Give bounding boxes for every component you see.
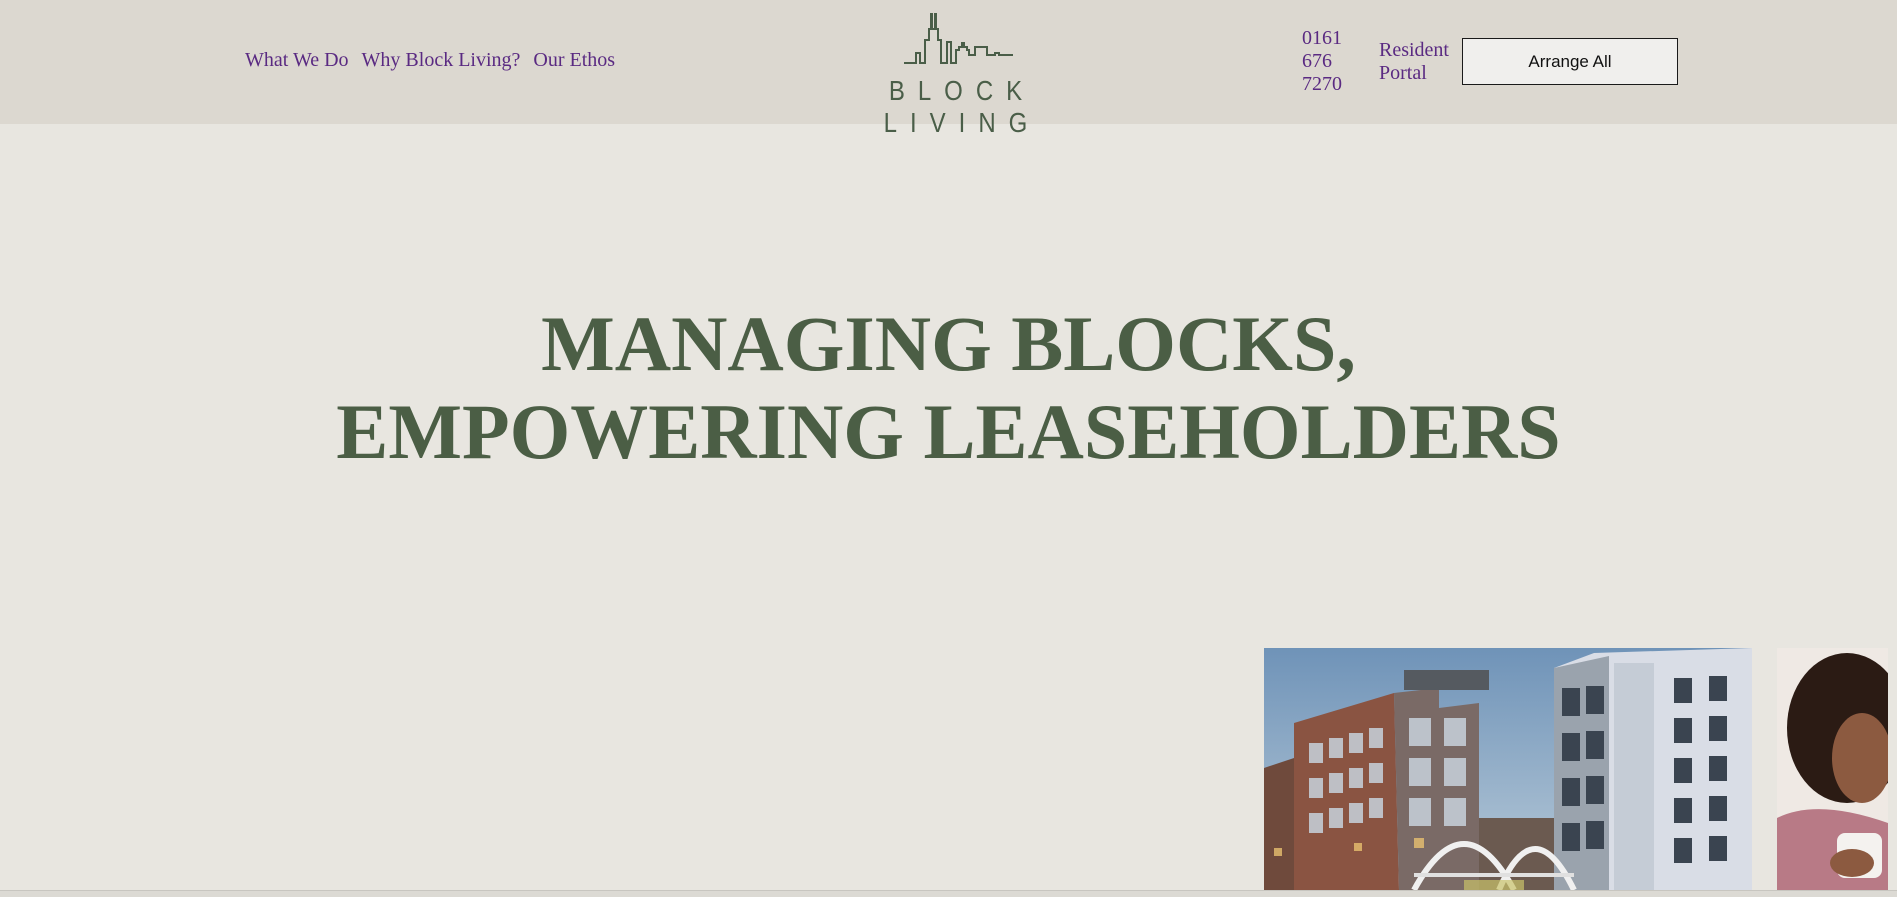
main-nav: What We Do Why Block Living? Our Ethos [245,49,615,72]
buildings-photo [1264,648,1752,890]
site-header: What We Do Why Block Living? Our Ethos B… [0,0,1897,139]
site-logo[interactable]: BLOCK LIVING [845,10,1073,139]
nav-our-ethos[interactable]: Our Ethos [533,49,615,72]
arrange-all-button[interactable]: Arrange All [1462,38,1678,85]
portal-line-1: Resident [1379,39,1449,61]
resident-portal-link[interactable]: Resident Portal [1379,39,1459,85]
page-bottom-edge [0,890,1897,897]
logo-wordmark: BLOCK LIVING [883,75,1041,140]
nav-what-we-do[interactable]: What We Do [245,49,349,72]
phone-line-2: 676 [1302,50,1332,72]
hero-heading: MANAGING BLOCKS, EMPOWERING LEASEHOLDERS [0,300,1897,476]
portal-line-2: Portal [1379,62,1427,84]
resident-photo [1777,648,1888,890]
phone-line-1: 0161 [1302,27,1342,49]
skyline-icon [904,13,1013,64]
phone-line-3: 7270 [1302,73,1342,95]
hero-line-1: MANAGING BLOCKS, [541,300,1356,387]
phone-number[interactable]: 0161 676 7270 [1302,27,1352,96]
hero-line-2: EMPOWERING LEASEHOLDERS [336,388,1561,475]
nav-why-block-living[interactable]: Why Block Living? [362,49,521,72]
